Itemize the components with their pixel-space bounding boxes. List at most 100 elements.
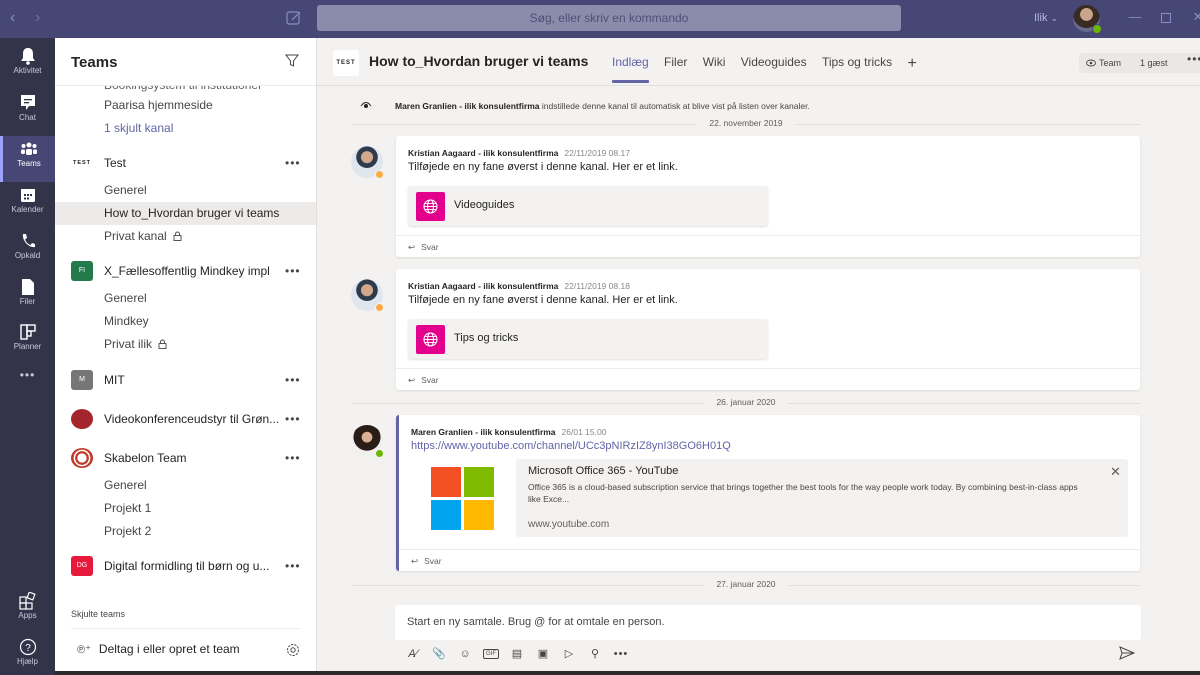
tab-tips-og-tricks[interactable]: Tips og tricks bbox=[822, 55, 892, 69]
tab-wiki[interactable]: Wiki bbox=[703, 55, 726, 69]
channel-item[interactable]: Privat ilik bbox=[55, 333, 316, 356]
appbar-label: Teams bbox=[17, 159, 41, 168]
logo-square bbox=[464, 500, 494, 530]
more-options-icon[interactable]: ••• bbox=[285, 552, 301, 580]
appbar-label: Aktivitet bbox=[13, 66, 42, 75]
team-item-mit[interactable]: M MIT ••• bbox=[55, 366, 316, 394]
link-preview-card[interactable]: Microsoft Office 365 - YouTube Office 36… bbox=[516, 459, 1128, 537]
gif-icon[interactable]: GIF bbox=[482, 645, 500, 663]
more-options-icon[interactable]: ••• bbox=[285, 149, 301, 177]
date-label: 26. januar 2020 bbox=[704, 397, 788, 407]
channel-item-selected[interactable]: How to_Hvordan bruger vi teams bbox=[55, 202, 316, 225]
channel-item[interactable]: Projekt 1 bbox=[55, 497, 316, 520]
more-options-icon[interactable]: ••• bbox=[285, 444, 301, 472]
appbar-item-calls[interactable]: Opkald bbox=[0, 228, 55, 274]
system-message: Maren Granlien - ilik konsulentfirma ind… bbox=[360, 101, 810, 111]
compose-input[interactable]: Start en ny samtale. Brug @ for at omtal… bbox=[395, 605, 1141, 640]
avatar[interactable] bbox=[351, 279, 384, 312]
more-options-icon[interactable]: ••• bbox=[285, 257, 301, 285]
sticker-icon[interactable]: ▤ bbox=[508, 645, 526, 663]
appbar-item-planner[interactable]: Planner bbox=[0, 319, 55, 365]
reply-button[interactable]: ↩ Svar bbox=[396, 368, 1140, 390]
attach-icon[interactable]: 📎 bbox=[430, 645, 448, 663]
preview-title: Microsoft Office 365 - YouTube bbox=[528, 465, 679, 477]
channel-item[interactable]: Mindkey bbox=[55, 310, 316, 333]
post-link[interactable]: https://www.youtube.com/channel/UCc3pNIR… bbox=[411, 440, 731, 452]
send-icon[interactable] bbox=[1119, 646, 1135, 660]
team-name: Test bbox=[104, 156, 127, 170]
praise-icon[interactable]: ⚲ bbox=[586, 645, 604, 663]
hidden-channels-link[interactable]: 1 skjult kanal bbox=[55, 117, 316, 140]
window-bottom-edge bbox=[55, 671, 1200, 675]
channel-tabs: Indlæg Filer Wiki Videoguides Tips og tr… bbox=[612, 55, 929, 83]
team-item-test[interactable]: TEST Test ••• bbox=[55, 149, 316, 177]
meet-now-icon[interactable]: ▣ bbox=[534, 645, 552, 663]
channel-item[interactable]: Generel bbox=[55, 287, 316, 310]
more-options-icon[interactable]: ••• bbox=[1187, 52, 1200, 66]
join-create-team-button[interactable]: ℗⁺ Deltag i eller opret et team bbox=[77, 642, 240, 656]
svg-text:?: ? bbox=[25, 643, 31, 654]
appbar-item-activity[interactable]: Aktivitet bbox=[0, 43, 55, 89]
bell-icon bbox=[20, 48, 35, 65]
appbar-item-help[interactable]: ? Hjælp bbox=[0, 634, 55, 675]
hidden-teams-link[interactable]: Skjulte teams bbox=[71, 609, 125, 619]
tab-link-card[interactable]: Videoguides bbox=[408, 186, 768, 226]
back-button[interactable]: ‹ bbox=[10, 9, 15, 27]
preview-description: Office 365 is a cloud-based subscription… bbox=[528, 482, 1078, 504]
format-icon[interactable]: A⁄ bbox=[404, 645, 422, 663]
appbar-item-chat[interactable]: Chat bbox=[0, 90, 55, 136]
channel-item[interactable]: Generel bbox=[55, 474, 316, 497]
close-button[interactable]: ✕ bbox=[1188, 9, 1200, 27]
channel-item[interactable]: Projekt 2 bbox=[55, 520, 316, 543]
tab-posts[interactable]: Indlæg bbox=[612, 55, 649, 83]
more-options-icon[interactable]: ••• bbox=[285, 366, 301, 394]
maximize-button[interactable] bbox=[1156, 9, 1176, 27]
presence-available-icon bbox=[375, 449, 384, 458]
presence-away-icon bbox=[375, 303, 384, 312]
post-text: Tilføjede en ny fane øverst i denne kana… bbox=[408, 161, 678, 173]
new-chat-icon[interactable] bbox=[285, 9, 303, 27]
globe-icon bbox=[416, 192, 445, 221]
channel-item[interactable]: Privat kanal bbox=[55, 225, 316, 248]
teams-pane-footer: Skjulte teams ℗⁺ Deltag i eller opret et … bbox=[55, 598, 316, 675]
close-icon[interactable]: ✕ bbox=[1110, 464, 1121, 480]
search-input[interactable]: Søg, eller skriv en kommando bbox=[317, 5, 901, 31]
filter-icon[interactable] bbox=[285, 54, 299, 68]
team-name: Videokonferenceudstyr til Grøn... bbox=[104, 412, 280, 426]
team-item-skabelon[interactable]: Skabelon Team ••• bbox=[55, 444, 316, 472]
minimize-button[interactable]: — bbox=[1125, 9, 1145, 27]
appbar-item-teams[interactable]: Teams bbox=[0, 136, 55, 182]
appbar-more-button[interactable]: ••• bbox=[0, 368, 55, 414]
appbar-item-apps[interactable]: Apps bbox=[0, 588, 55, 634]
appbar-item-files[interactable]: Filer bbox=[0, 274, 55, 320]
channel-item[interactable]: Generel bbox=[55, 179, 316, 202]
emoji-icon[interactable]: ☺ bbox=[456, 645, 474, 663]
gear-icon[interactable] bbox=[286, 643, 300, 657]
more-icon[interactable]: ••• bbox=[612, 645, 630, 663]
tab-videoguides[interactable]: Videoguides bbox=[741, 55, 807, 69]
reply-button[interactable]: ↩ Svar bbox=[396, 235, 1140, 257]
channel-name: Privat ilik bbox=[104, 337, 153, 351]
more-options-icon[interactable]: ••• bbox=[285, 405, 301, 433]
tab-link-card[interactable]: Tips og tricks bbox=[408, 319, 768, 359]
reply-button[interactable]: ↩ Svar bbox=[399, 549, 1140, 571]
eye-icon bbox=[360, 102, 372, 108]
team-item-digital-formidling[interactable]: DG Digital formidling til børn og u... •… bbox=[55, 552, 316, 580]
team-item-mindkey[interactable]: FI X_Fællesoffentlig Mindkey impl ••• bbox=[55, 257, 316, 285]
guest-count-button[interactable]: 1 gæst bbox=[1133, 53, 1175, 73]
appbar-item-calendar[interactable]: Kalender bbox=[0, 182, 55, 228]
team-item-videokonference[interactable]: Videokonferenceudstyr til Grøn... ••• bbox=[55, 405, 316, 433]
post-timestamp: 22/11/2019 08.17 bbox=[564, 148, 630, 158]
forward-button[interactable]: › bbox=[35, 9, 40, 27]
calendar-icon bbox=[20, 189, 35, 202]
link-preview[interactable]: Microsoft Office 365 - YouTube Office 36… bbox=[411, 459, 1128, 537]
tab-files[interactable]: Filer bbox=[664, 55, 687, 69]
channel-item[interactable]: Paarisa hjemmeside bbox=[55, 94, 316, 117]
avatar[interactable] bbox=[351, 425, 384, 458]
add-tab-button[interactable]: + bbox=[908, 55, 917, 73]
tenant-switcher[interactable]: Ilik ⌄ bbox=[1034, 12, 1058, 24]
lock-icon bbox=[158, 339, 167, 349]
avatar[interactable] bbox=[351, 146, 384, 179]
profile-avatar[interactable] bbox=[1073, 5, 1102, 34]
stream-icon[interactable]: ▷ bbox=[560, 645, 578, 663]
